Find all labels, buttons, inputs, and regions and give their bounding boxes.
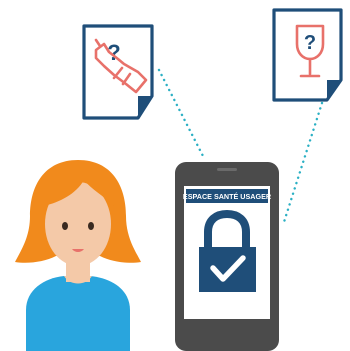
illustration: ? ? ESPACE SANTÉ USAGER xyxy=(15,8,343,351)
document-left: ? xyxy=(82,24,154,120)
eye-right xyxy=(88,222,94,230)
document-right-question-mark: ? xyxy=(304,32,316,54)
document-right: ? xyxy=(272,8,343,102)
connector-right xyxy=(282,101,324,224)
connector-left xyxy=(157,68,206,160)
eye-left xyxy=(62,222,68,230)
smartphone: ESPACE SANTÉ USAGER xyxy=(175,162,279,351)
phone-header-label: ESPACE SANTÉ USAGER xyxy=(183,192,272,201)
woman-avatar-icon xyxy=(15,160,141,351)
shirt xyxy=(26,276,130,351)
